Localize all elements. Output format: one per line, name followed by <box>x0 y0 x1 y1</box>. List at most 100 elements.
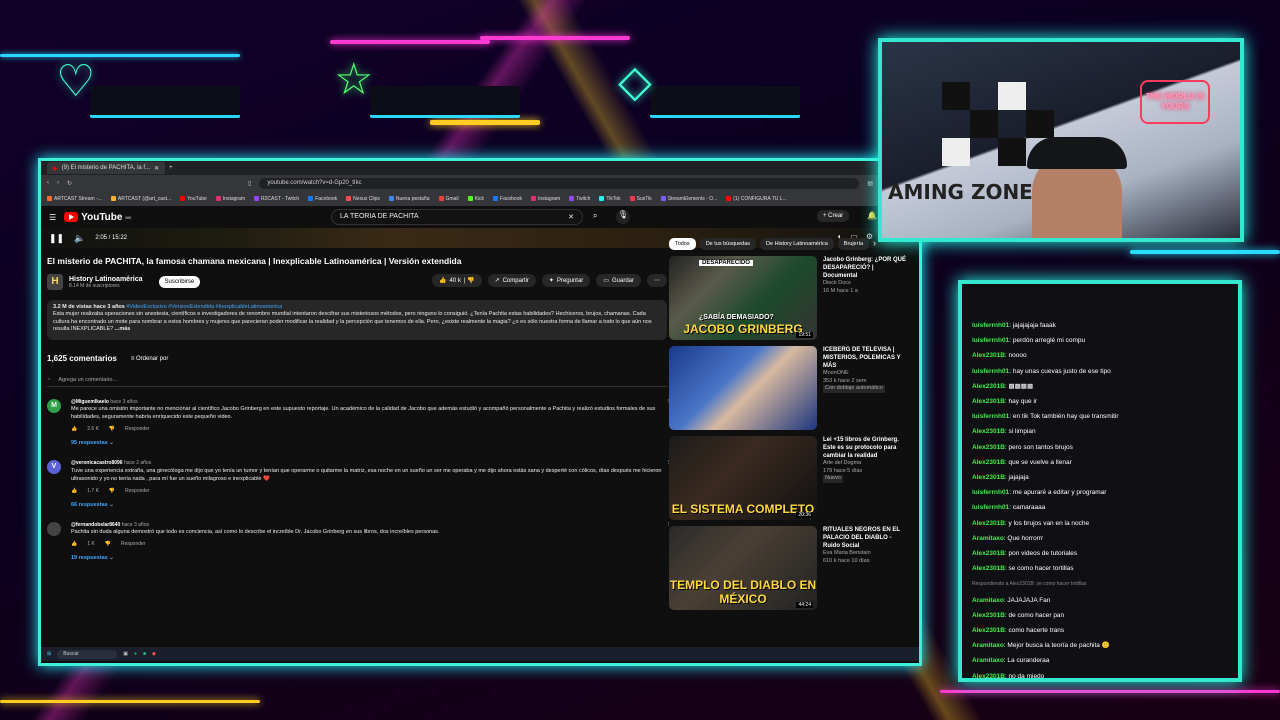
ask-button[interactable]: ✦ Preguntar <box>541 274 591 287</box>
filter-chip[interactable]: Todos <box>669 238 696 250</box>
forward-icon[interactable]: › <box>57 180 59 186</box>
recommended-video[interactable]: DESAPARECIDO ¿SABÍA DEMASIADO? JACOBO GRIN… <box>669 256 909 340</box>
sort-button[interactable]: ≡ Ordenar por <box>131 356 169 362</box>
taskbar-app-icon[interactable]: ● <box>134 651 137 657</box>
show-more-link[interactable]: ...más <box>115 326 131 332</box>
recommended-video[interactable]: TEMPLO DEL DIABLO EN MÉXICO 44:24 RITUALES… <box>669 526 909 610</box>
replies-toggle[interactable]: 19 respuestas ⌄ <box>71 555 667 563</box>
chat-username[interactable]: Alex2301B <box>972 428 1005 435</box>
chat-username[interactable]: Alex2301B <box>972 352 1005 359</box>
recommended-title[interactable]: ICEBERG DE TELEVISA | MISTERIOS, POLEMIC… <box>823 346 909 370</box>
chat-username[interactable]: luisferrnh01 <box>972 322 1009 329</box>
recommended-title[interactable]: RITUALES NEGROS EN EL PALACIO DEL DIABLO… <box>823 526 909 550</box>
reply-button[interactable]: Responder <box>125 426 149 433</box>
video-thumbnail[interactable]: TEMPLO DEL DIABLO EN MÉXICO 44:24 <box>669 526 817 610</box>
commenter-avatar[interactable] <box>47 521 61 536</box>
youtube-logo[interactable]: YouTube MX <box>64 212 131 223</box>
video-thumbnail[interactable] <box>669 346 817 430</box>
thumbs-up-icon[interactable]: 👍 <box>71 426 77 433</box>
new-tab-button[interactable]: + <box>169 165 173 171</box>
create-button[interactable]: + Crear <box>817 210 850 222</box>
chat-username[interactable]: Alex2301B <box>972 444 1005 451</box>
chat-username[interactable]: Alex2301B <box>972 673 1005 678</box>
notifications-icon[interactable]: 🔔 <box>867 211 877 220</box>
taskbar-app-icon[interactable]: ■ <box>143 651 146 657</box>
thumbs-up-icon[interactable]: 👍 <box>71 541 77 548</box>
reply-button[interactable]: Responder <box>125 488 149 495</box>
recommended-video[interactable]: ICEBERG DE TELEVISA | MISTERIOS, POLEMIC… <box>669 346 909 430</box>
bookmark-item[interactable]: Kick <box>467 196 484 202</box>
chat-username[interactable]: Alex2301B <box>972 627 1005 634</box>
bookmark-star-icon[interactable]: ▯ <box>248 180 251 187</box>
chat-username[interactable]: luisferrnh01 <box>972 489 1009 496</box>
clear-search-icon[interactable]: ✕ <box>568 213 574 221</box>
bookmark-item[interactable]: Gmail <box>438 196 459 202</box>
chat-username[interactable]: Alex2301B <box>972 612 1005 619</box>
save-button[interactable]: ▭ Guardar <box>596 274 641 287</box>
bookmark-item[interactable]: (1) CONFIGURA TU L... <box>726 196 787 202</box>
chat-username[interactable]: Aramitaxo <box>972 535 1004 542</box>
bookmark-item[interactable]: Facebook <box>308 196 337 202</box>
commenter-avatar[interactable]: M <box>47 399 61 413</box>
taskbar-search[interactable]: Buscar <box>57 649 118 659</box>
bookmark-item[interactable]: StreamElements - O... <box>660 196 717 202</box>
recommended-channel[interactable]: MoonONE <box>823 370 909 377</box>
bookmark-item[interactable]: Nexus Clips <box>346 196 380 202</box>
recommended-title[interactable]: Jacobo Grinberg: ¿POR QUÉ DESAPARECIÓ? |… <box>823 256 909 280</box>
bookmark-item[interactable]: YouTube <box>180 196 207 202</box>
chat-username[interactable]: Aramitaxo <box>972 642 1004 649</box>
search-input[interactable]: LA TEORIA DE PACHITA ✕ <box>331 209 583 225</box>
search-icon[interactable]: ⌕ <box>593 211 597 221</box>
bookmark-item[interactable]: Facebook <box>493 196 522 202</box>
thumbs-down-icon[interactable]: 👎 <box>109 488 115 495</box>
browser-tab[interactable]: ▶ (9) El misterio de PACHITA, la f... ✕ <box>47 162 166 174</box>
chat-username[interactable]: Alex2301B <box>972 383 1005 390</box>
recommended-channel[interactable]: Dieck Docs <box>823 280 909 287</box>
more-actions-button[interactable]: ⋯ <box>647 274 667 287</box>
channel-avatar[interactable]: H <box>47 274 63 290</box>
bookmark-item[interactable]: TikTok <box>599 196 621 202</box>
taskbar-app-icon[interactable]: ▣ <box>123 651 128 657</box>
add-comment-field[interactable]: ◔ Agrega un comentario... <box>47 377 667 387</box>
video-thumbnail[interactable]: EL SISTEMA COMPLETO 20:36 <box>669 436 817 520</box>
windows-start-icon[interactable]: ⊞ <box>47 651 51 657</box>
filter-chip[interactable]: De History Latinoamérica <box>760 238 834 250</box>
bookmark-item[interactable]: Twitch <box>569 196 590 202</box>
recommended-channel[interactable]: Arte del Dogma <box>823 460 909 467</box>
recommended-channel[interactable]: Eva Maria Beristain <box>823 550 909 557</box>
channel-name[interactable]: History Latinoamérica <box>69 276 143 283</box>
bookmark-item[interactable]: Nueva pestaña <box>388 196 430 202</box>
chat-username[interactable]: Aramitaxo <box>972 657 1004 664</box>
chat-username[interactable]: luisferrnh01 <box>972 337 1009 344</box>
close-tab-icon[interactable]: ✕ <box>154 165 159 172</box>
chat-username[interactable]: Alex2301B <box>972 459 1005 466</box>
description-tags[interactable]: #VideoExclusivo #VersionExtendida #Inexp… <box>126 304 282 310</box>
bookmark-item[interactable]: Instagram <box>215 196 245 202</box>
chat-username[interactable]: luisferrnh01 <box>972 368 1009 375</box>
volume-icon[interactable]: 🔈 <box>74 233 85 244</box>
filter-chip[interactable]: De tus búsquedas <box>699 238 757 250</box>
chat-username[interactable]: luisferrnh01 <box>972 413 1009 420</box>
like-button[interactable]: 👍 40 k | 👎 <box>432 274 482 287</box>
address-bar[interactable]: youtube.com/watch?v=d-Gp20_tIkc <box>259 177 860 189</box>
microphone-icon[interactable]: 🎙 <box>616 210 630 224</box>
replies-toggle[interactable]: 95 respuestas ⌄ <box>71 440 667 448</box>
video-thumbnail[interactable]: DESAPARECIDO ¿SABÍA DEMASIADO? JACOBO GRIN… <box>669 256 817 340</box>
reload-icon[interactable]: ↻ <box>67 180 72 187</box>
thumbs-up-icon[interactable]: 👍 <box>71 488 77 495</box>
chat-username[interactable]: Alex2301B <box>972 474 1005 481</box>
comment-author[interactable]: @fernandobelar8640 <box>71 522 120 528</box>
chat-username[interactable]: Aramitaxo <box>972 597 1004 604</box>
extensions-icon[interactable]: ▤ <box>867 180 873 187</box>
back-icon[interactable]: ‹ <box>47 180 49 186</box>
filter-chip[interactable]: Brujería <box>837 238 870 250</box>
commenter-avatar[interactable]: V <box>47 460 61 475</box>
reply-button[interactable]: Responder <box>121 541 145 548</box>
bookmark-item[interactable]: ARTCAST Stream -... <box>47 196 102 202</box>
share-button[interactable]: ↗ Compartir <box>487 274 536 287</box>
chat-username[interactable]: luisferrnh01 <box>972 504 1009 511</box>
chat-username[interactable]: Alex2301B <box>972 550 1005 557</box>
chat-username[interactable]: Alex2301B <box>972 520 1005 527</box>
thumbs-down-icon[interactable]: 👎 <box>105 541 111 548</box>
thumbs-down-icon[interactable]: 👎 <box>109 426 115 433</box>
